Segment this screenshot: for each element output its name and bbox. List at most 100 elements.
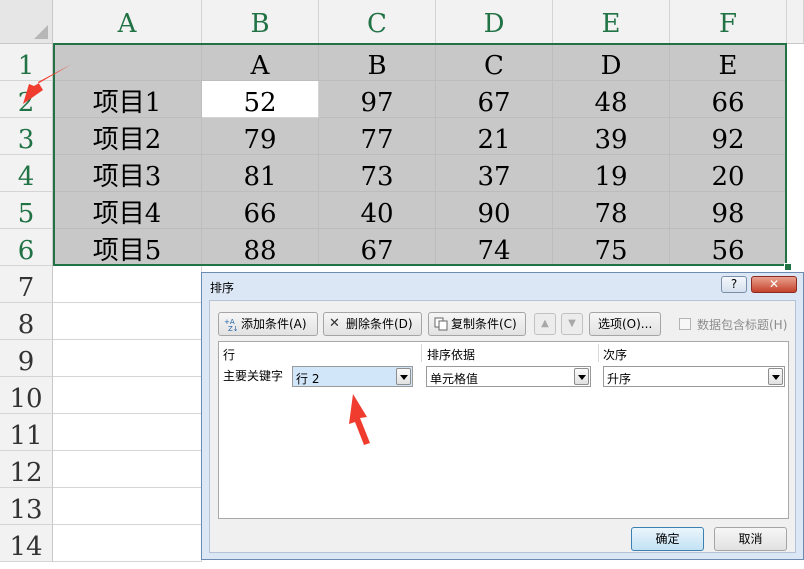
row-header-1[interactable]: 1 (0, 44, 53, 81)
add-condition-icon: +A Z↓ (224, 317, 239, 333)
add-condition-button[interactable]: +A Z↓ 添加条件(A) (218, 312, 318, 336)
close-button[interactable]: ✕ (751, 276, 797, 293)
column-header-e[interactable]: E (553, 0, 670, 44)
cell-a12[interactable] (53, 451, 202, 488)
help-button[interactable]: ? (721, 276, 747, 293)
cell-c3[interactable]: 77 (319, 118, 436, 155)
row-header-8[interactable]: 8 (0, 303, 53, 340)
sort-dialog: 排序 ? ✕ +A Z↓ 添加条件(A) ✕ 删除条件(D) 复制条件(C) ▲ … (201, 272, 804, 560)
cell-f4[interactable]: 20 (670, 155, 787, 192)
cell-a4[interactable]: 项目3 (53, 155, 202, 192)
options-label: 选项(O)... (598, 317, 653, 331)
copy-condition-button[interactable]: 复制条件(C) (428, 312, 526, 336)
sort-levels-grid: 行 排序依据 次序 主要关键字 行 2 单元格值 升序 (218, 341, 789, 519)
row-header-7[interactable]: 7 (0, 266, 53, 303)
cell-f3[interactable]: 92 (670, 118, 787, 155)
row-header-13[interactable]: 13 (0, 488, 53, 525)
cell-c2[interactable]: 97 (319, 81, 436, 118)
cell-a10[interactable] (53, 377, 202, 414)
row-header-9[interactable]: 9 (0, 340, 53, 377)
chevron-down-icon[interactable] (768, 368, 783, 385)
row-header-5[interactable]: 5 (0, 192, 53, 229)
select-all-triangle-icon (34, 25, 48, 39)
cell-b6[interactable]: 88 (202, 229, 319, 266)
dialog-titlebar[interactable]: 排序 ? ✕ (202, 273, 803, 299)
cell-d5[interactable]: 90 (436, 192, 553, 229)
chevron-down-icon[interactable] (574, 368, 589, 385)
copy-condition-label: 复制条件(C) (451, 317, 517, 331)
cell-b5[interactable]: 66 (202, 192, 319, 229)
order-column-header: 次序 (603, 348, 628, 362)
cell-b4[interactable]: 81 (202, 155, 319, 192)
cell-c6[interactable]: 67 (319, 229, 436, 266)
column-header-b[interactable]: B (202, 0, 319, 44)
row-header-10[interactable]: 10 (0, 377, 53, 414)
select-all-corner[interactable] (0, 0, 53, 44)
cell-d2[interactable]: 67 (436, 81, 553, 118)
cell-e2[interactable]: 48 (553, 81, 670, 118)
column-header-a[interactable]: A (53, 0, 202, 44)
cell-e3[interactable]: 39 (553, 118, 670, 155)
svg-text:Z↓: Z↓ (228, 325, 238, 331)
row-header-4[interactable]: 4 (0, 155, 53, 192)
cell-b1[interactable]: A (202, 44, 319, 81)
row-header-14[interactable]: 14 (0, 525, 53, 562)
cell-d6[interactable]: 74 (436, 229, 553, 266)
cell-f2[interactable]: 66 (670, 81, 787, 118)
cell-a9[interactable] (53, 340, 202, 377)
column-header-c[interactable]: C (319, 0, 436, 44)
cell-a13[interactable] (53, 488, 202, 525)
cell-a6[interactable]: 项目5 (53, 229, 202, 266)
cell-a11[interactable] (53, 414, 202, 451)
has-headers-checkbox[interactable] (679, 318, 691, 330)
column-header-d[interactable]: D (436, 0, 553, 44)
cell-f1[interactable]: E (670, 44, 787, 81)
column-separator (598, 344, 599, 362)
cell-c5[interactable]: 40 (319, 192, 436, 229)
cell-c1[interactable]: B (319, 44, 436, 81)
cell-e1[interactable]: D (553, 44, 670, 81)
cell-a7[interactable] (53, 266, 202, 303)
cell-b2-active[interactable]: 52 (202, 81, 319, 118)
column-separator (421, 344, 422, 362)
ok-button[interactable]: 确定 (631, 527, 704, 551)
delete-condition-button[interactable]: ✕ 删除条件(D) (323, 312, 422, 336)
row-header-6[interactable]: 6 (0, 229, 53, 266)
cell-e5[interactable]: 78 (553, 192, 670, 229)
fill-handle[interactable] (784, 263, 792, 271)
cell-d1[interactable]: C (436, 44, 553, 81)
cell-a1[interactable] (53, 44, 202, 81)
cell-d4[interactable]: 37 (436, 155, 553, 192)
cell-c4[interactable]: 73 (319, 155, 436, 192)
options-button[interactable]: 选项(O)... (589, 312, 661, 336)
cell-d3[interactable]: 21 (436, 118, 553, 155)
cell-a2[interactable]: 项目1 (53, 81, 202, 118)
chevron-down-icon[interactable] (396, 368, 411, 385)
cell-e6[interactable]: 75 (553, 229, 670, 266)
cell-a5[interactable]: 项目4 (53, 192, 202, 229)
sort-on-select[interactable]: 单元格值 (426, 366, 591, 387)
cell-a3[interactable]: 项目2 (53, 118, 202, 155)
cell-e4[interactable]: 19 (553, 155, 670, 192)
primary-key-label: 主要关键字 (223, 369, 284, 383)
row-header-2[interactable]: 2 (0, 81, 53, 118)
row-header-12[interactable]: 12 (0, 451, 53, 488)
key-column-header: 行 (223, 348, 236, 362)
row-header-3[interactable]: 3 (0, 118, 53, 155)
cell-b3[interactable]: 79 (202, 118, 319, 155)
copy-icon (434, 317, 448, 331)
key-select[interactable]: 行 2 (292, 366, 413, 387)
order-select[interactable]: 升序 (603, 366, 785, 387)
row-header-11[interactable]: 11 (0, 414, 53, 451)
cell-a14[interactable] (53, 525, 202, 562)
column-header-f[interactable]: F (670, 0, 787, 44)
add-condition-label: 添加条件(A) (241, 317, 307, 331)
move-up-icon[interactable]: ▲ (534, 313, 556, 335)
cell-f5[interactable]: 98 (670, 192, 787, 229)
cancel-button[interactable]: 取消 (714, 527, 787, 551)
cell-f6[interactable]: 56 (670, 229, 787, 266)
column-header-g[interactable] (787, 0, 804, 44)
move-down-icon[interactable]: ▼ (561, 313, 583, 335)
cell-a8[interactable] (53, 303, 202, 340)
sort-on-select-value: 单元格值 (430, 372, 479, 386)
